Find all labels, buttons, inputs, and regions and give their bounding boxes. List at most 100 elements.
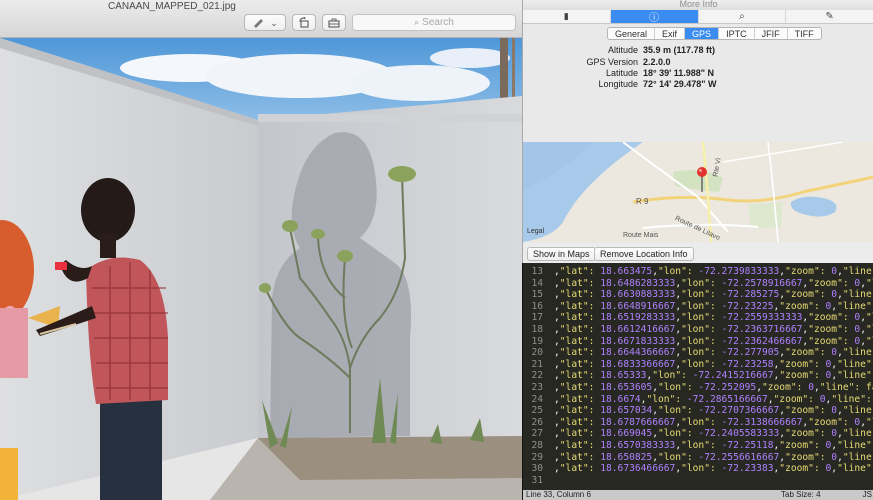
code-key: "lat":: [559, 347, 595, 359]
segment-tiff[interactable]: TIFF: [788, 28, 821, 39]
code-line[interactable]: 15 ,"lat": 18.6630883333,"lon": -72.28527…: [523, 289, 873, 301]
code-key: "lon":: [681, 312, 716, 324]
segment-iptc[interactable]: IPTC: [719, 28, 755, 39]
gps-label: Altitude: [607, 45, 638, 55]
code-number: 18.650825: [600, 451, 653, 463]
code-line[interactable]: 19 ,"lat": 18.6671833333,"lon": -72.23624…: [523, 336, 873, 348]
inspector-title: More Info: [679, 0, 718, 9]
code-key: "zoom":: [779, 358, 820, 370]
code-line[interactable]: 28 ,"lat": 18.6570383333,"lon": -72.25118…: [523, 440, 873, 452]
code-key: "line":: [842, 405, 873, 417]
code-line[interactable]: 17 ,"lat": 18.6519283333,"lon": -72.25593…: [523, 312, 873, 324]
toolbox-button[interactable]: [322, 14, 346, 31]
code-key: "lon":: [681, 358, 716, 370]
code-key: "lon":: [681, 439, 716, 451]
gps-label: GPS Version: [586, 57, 638, 67]
code-line[interactable]: 13 ,"lat": 18.663475,"lon": -72.273983333…: [523, 266, 873, 278]
syntax-selector[interactable]: JS: [863, 490, 872, 500]
code-key: "lon":: [681, 277, 716, 289]
code-key: "zoom":: [785, 451, 826, 463]
tab-more-info[interactable]: ⓘ: [610, 10, 699, 24]
code-line[interactable]: 16 ,"lat": 18.6648916667,"lon": -72.23225…: [523, 301, 873, 313]
pencil-icon: ✎: [825, 11, 834, 22]
code-key: "lin: [865, 335, 873, 347]
code-key: "line":: [842, 451, 873, 463]
code-key: "lat":: [559, 312, 595, 324]
code-editor[interactable]: 13 ,"lat": 18.663475,"lon": -72.273983333…: [522, 263, 873, 500]
code-line[interactable]: 20 ,"lat": 18.6644366667,"lon": -72.27790…: [523, 347, 873, 359]
code-key: "lon":: [657, 405, 693, 417]
line-number: 30: [531, 463, 543, 475]
code-line[interactable]: 23 ,"lat": 18.653605,"lon": -72.252095,"z…: [523, 382, 873, 394]
tab-annotations[interactable]: ✎: [786, 10, 873, 23]
gps-value: 18° 39' 11.988" N: [643, 68, 715, 78]
more-info-inspector: More Info ▮ ⓘ ⌕ ✎ General Exif GPS IPTC …: [522, 0, 873, 263]
code-key: "line": f: [837, 463, 873, 475]
code-line[interactable]: 31: [523, 475, 873, 487]
code-key: "zoom":: [808, 335, 849, 347]
code-line[interactable]: 26 ,"lat": 18.6787666667,"lon": -72.31386…: [523, 417, 873, 429]
code-number: -72.2739833333: [698, 266, 780, 277]
code-line[interactable]: 25 ,"lat": 18.657034,"lon": -72.270736666…: [523, 405, 873, 417]
code-key: "lat":: [559, 463, 595, 475]
code-line[interactable]: 22 ,"lat": 18.65333,"lon": -72.2415216667…: [523, 370, 873, 382]
code-key: "lon":: [681, 335, 716, 347]
rotate-button[interactable]: [292, 14, 316, 31]
tab-size-selector[interactable]: Tab Size: 4: [781, 490, 821, 500]
line-number: 21: [531, 358, 543, 370]
code-key: "lat":: [559, 405, 595, 417]
code-number: -72.2578916667: [721, 277, 803, 289]
photo-canvas[interactable]: [0, 38, 522, 500]
map-legal-link[interactable]: Legal: [527, 228, 544, 235]
code-key: "zoom":: [808, 416, 849, 428]
location-map[interactable]: R 9 Rte Vi Route de Lilavo Route Mais Le…: [523, 142, 873, 242]
code-key: "lon":: [657, 266, 693, 277]
code-line[interactable]: 24 ,"lat": 18.6674,"lon": -72.2865166667,…: [523, 394, 873, 406]
search-icon: ⌕: [414, 17, 420, 27]
cursor-position: Line 33, Column 6: [526, 490, 591, 499]
remove-location-info-button[interactable]: Remove Location Info: [594, 247, 694, 261]
code-number: -72.252095: [698, 381, 757, 393]
code-area[interactable]: 13 ,"lat": 18.663475,"lon": -72.273983333…: [523, 266, 873, 486]
code-key: "zoom":: [785, 428, 826, 440]
segment-general[interactable]: General: [608, 28, 656, 39]
segment-jfif[interactable]: JFIF: [755, 28, 788, 39]
code-key: "lin: [865, 416, 873, 428]
line-number: 31: [531, 474, 543, 486]
line-number: 26: [531, 416, 543, 428]
segment-gps[interactable]: GPS: [685, 28, 720, 39]
code-key: "zoom":: [808, 312, 849, 324]
code-line[interactable]: 30 ,"lat": 18.6736466667,"lon": -72.23383…: [523, 463, 873, 475]
code-key: "lat":: [559, 451, 595, 463]
code-number: 18.6486283333: [600, 277, 676, 289]
markup-toolbar-button[interactable]: ⌄: [244, 14, 286, 31]
code-key: "line":: [842, 428, 873, 440]
line-number: 17: [531, 312, 543, 324]
segment-exif[interactable]: Exif: [655, 28, 686, 39]
line-number: 22: [531, 370, 543, 382]
code-key: "lat":: [559, 300, 595, 312]
code-key: "lin: [865, 323, 873, 335]
tab-general-info[interactable]: ▮: [523, 10, 611, 23]
tab-keywords[interactable]: ⌕: [699, 10, 787, 23]
code-line[interactable]: 29 ,"lat": 18.650825,"lon": -72.255661666…: [523, 452, 873, 464]
code-number: -72.3138666667: [721, 416, 803, 428]
code-line[interactable]: 14 ,"lat": 18.6486283333,"lon": -72.25789…: [523, 278, 873, 290]
code-key: "lat":: [559, 266, 595, 277]
line-number: 28: [531, 439, 543, 451]
code-key: "zoom":: [808, 323, 849, 335]
code-line[interactable]: 18 ,"lat": 18.6612416667,"lon": -72.23637…: [523, 324, 873, 336]
code-key: "line": f: [837, 300, 873, 312]
code-key: "zoom":: [785, 289, 826, 301]
code-line[interactable]: 27 ,"lat": 18.669045,"lon": -72.240558333…: [523, 428, 873, 440]
code-number: 18.653605: [600, 381, 653, 393]
code-number: -72.23225: [721, 300, 774, 312]
code-key: "lon":: [681, 347, 716, 359]
gps-label: Latitude: [605, 68, 638, 78]
search-input[interactable]: ⌕ Search: [352, 14, 516, 31]
code-key: "line": fals: [819, 381, 873, 393]
code-line[interactable]: 21 ,"lat": 18.6833366667,"lon": -72.23258…: [523, 359, 873, 371]
show-in-maps-button[interactable]: Show in Maps: [527, 247, 596, 261]
code-key: "lat":: [559, 439, 595, 451]
code-key: "lat":: [559, 428, 595, 440]
